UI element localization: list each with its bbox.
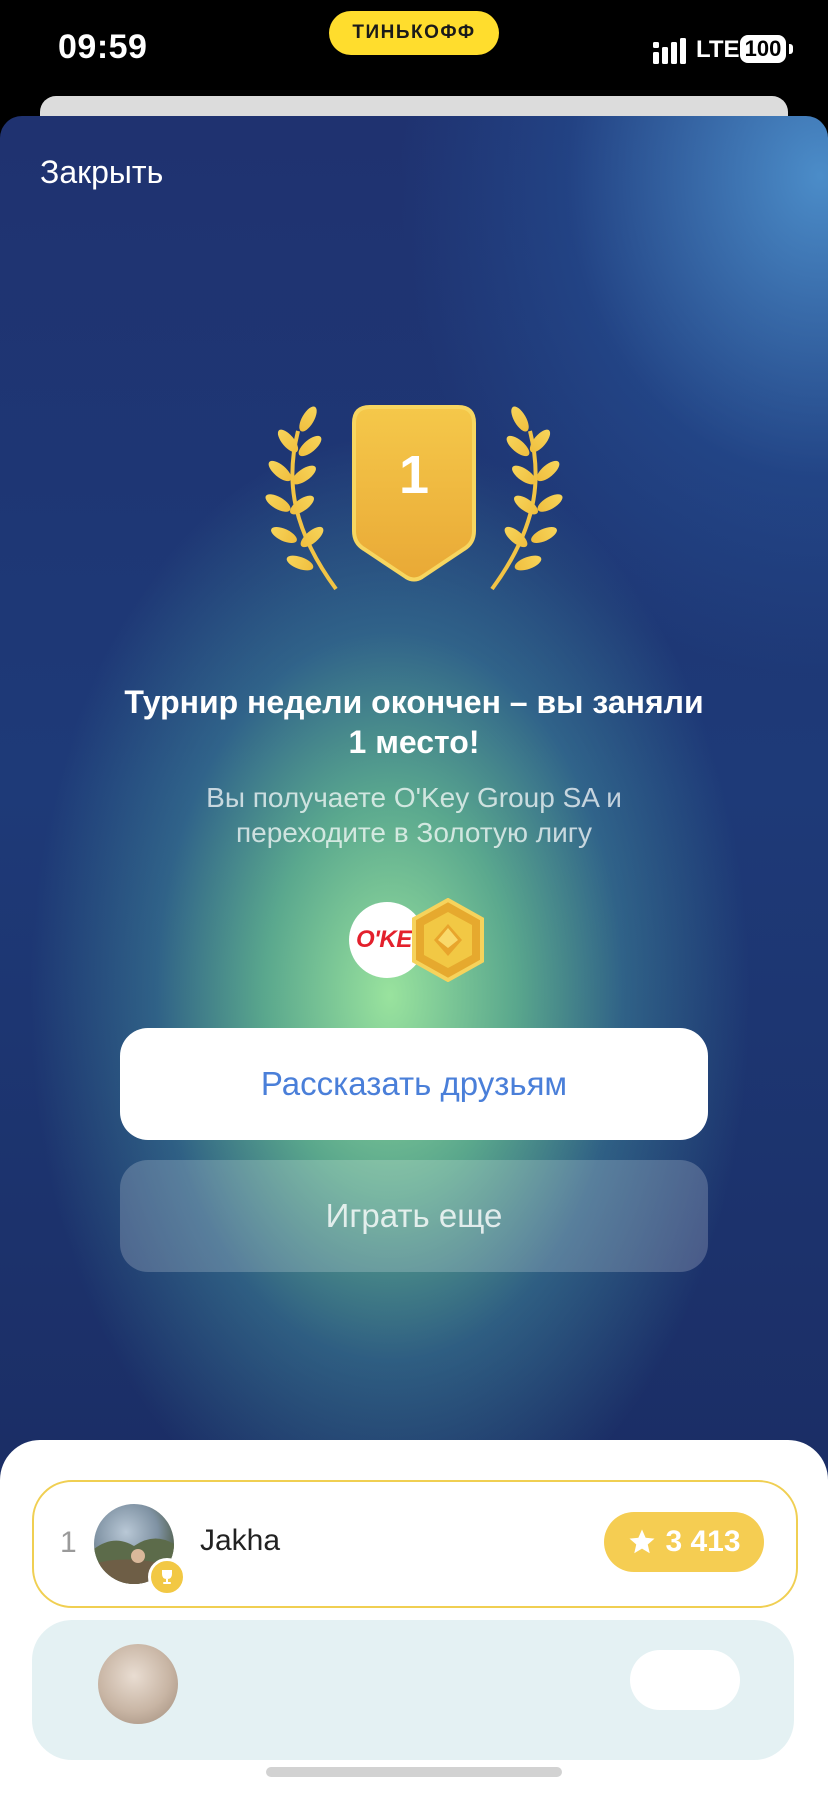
avatar <box>98 1644 178 1724</box>
network-label: LTE <box>696 36 740 63</box>
first-place-award: 1 <box>265 405 563 591</box>
leaderboard-panel: 1 Jakha 3 413 <box>0 1440 828 1800</box>
close-button[interactable]: Закрыть <box>40 154 163 191</box>
gold-league-badge-icon <box>412 898 484 982</box>
home-indicator[interactable] <box>266 1767 562 1777</box>
status-time: 09:59 <box>58 28 148 66</box>
brand-pill[interactable]: ТИНЬКОФФ <box>329 11 499 55</box>
result-title: Турнир недели окончен – вы заняли 1 мест… <box>124 684 704 760</box>
score-badge <box>630 1650 740 1710</box>
star-icon <box>629 1529 655 1554</box>
share-with-friends-button[interactable]: Рассказать друзьям <box>120 1028 708 1140</box>
result-subtitle: Вы получаете O'Key Group SA и переходите… <box>206 782 622 848</box>
leaderboard-row[interactable] <box>32 1620 794 1760</box>
laurel-left-icon <box>265 406 338 591</box>
battery-icon: 100 <box>740 35 786 63</box>
score-value: 3 413 <box>665 1525 741 1558</box>
place-number: 1 <box>399 445 429 505</box>
status-bar: 09:59 ТИНЬКОФФ LTE 100 <box>0 0 828 100</box>
leaderboard-rank: 1 <box>60 1526 77 1559</box>
signal-icon <box>653 38 686 64</box>
score-badge: 3 413 <box>604 1512 764 1572</box>
prize-logo-text: O'KEI <box>356 926 418 953</box>
battery-tip <box>789 44 793 54</box>
play-again-button[interactable]: Играть еще <box>120 1160 708 1272</box>
trophy-badge-icon <box>148 1558 186 1596</box>
leaderboard-row-current-user[interactable]: 1 Jakha 3 413 <box>32 1480 798 1608</box>
laurel-right-icon <box>490 406 563 591</box>
player-name: Jakha <box>200 1524 281 1557</box>
